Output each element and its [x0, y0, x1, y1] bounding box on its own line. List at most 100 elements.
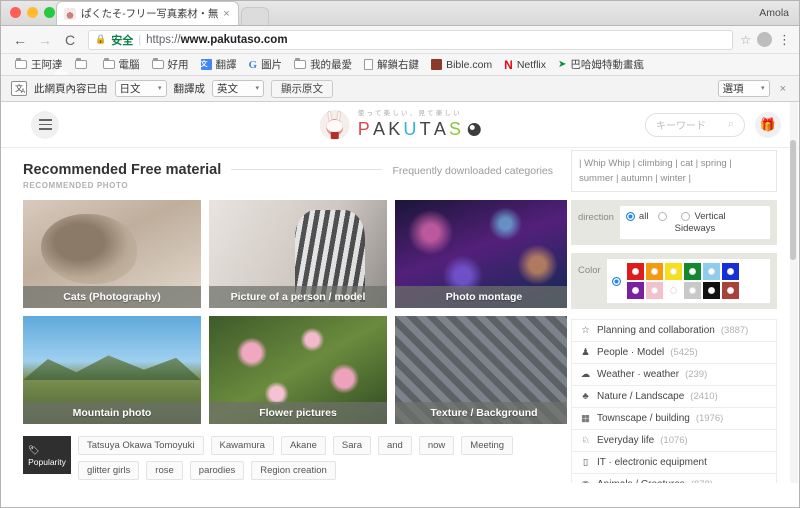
page-scrollbar-track[interactable] [790, 102, 798, 483]
bookmark-item[interactable]: 好用 [146, 57, 195, 72]
color-reset-radio-icon[interactable] [611, 276, 621, 286]
tag-item[interactable]: Akane [280, 436, 326, 455]
forward-icon[interactable]: → [34, 29, 56, 51]
category-card[interactable]: Picture of a person / model [209, 200, 387, 308]
category-list-item[interactable]: ☁ Weather · weather (239) [572, 364, 776, 386]
maximize-window-button[interactable] [44, 7, 55, 18]
options-button[interactable]: 選項 ▾ [717, 80, 770, 97]
magnifier-icon[interactable]: ⌕ [728, 118, 734, 131]
bookmark-item[interactable]: 解鎖右鍵 [358, 57, 425, 72]
search-input[interactable]: キーワード ⌕ [645, 112, 745, 137]
color-swatch[interactable] [664, 282, 682, 299]
tag-item[interactable]: and [377, 436, 412, 455]
color-swatch[interactable] [721, 282, 739, 299]
logo-letter: A [433, 119, 450, 140]
color-swatch[interactable] [702, 282, 720, 299]
color-swatch[interactable] [702, 263, 720, 280]
category-card[interactable]: Flower pictures [209, 316, 387, 424]
color-swatch[interactable] [645, 282, 663, 299]
tag-item[interactable]: now [418, 436, 455, 455]
bookmark-item[interactable]: G 圖片 [243, 57, 289, 72]
category-card[interactable]: Mountain photo [23, 316, 201, 424]
profile-name[interactable]: Amola [759, 7, 789, 19]
back-icon[interactable]: ← [9, 29, 31, 51]
divider [231, 169, 383, 170]
bookmark-star-icon[interactable]: ☆ [740, 33, 751, 47]
browser-tab[interactable]: ぱくたそ-フリー写真素材・無 × [56, 1, 239, 25]
source-language-select[interactable]: 日文 ▾ [114, 80, 167, 97]
tag-item[interactable]: glitter girls [78, 461, 140, 480]
translate-icon: 文 [200, 59, 212, 70]
category-list-item[interactable]: ◉ Animals / Creatures (878) [572, 474, 776, 483]
folder-icon [74, 58, 87, 69]
bookmark-item[interactable]: 我的最愛 [288, 57, 358, 72]
new-tab-button[interactable] [240, 7, 269, 25]
category-card[interactable]: Cats (Photography) [23, 200, 201, 308]
category-label: IT · electronic equipment [597, 457, 707, 468]
category-list-item[interactable]: ☆ Planning and collaboration (3887) [572, 320, 776, 342]
page-scrollbar-thumb[interactable] [790, 140, 796, 260]
target-language-select[interactable]: 英文 ▾ [212, 80, 264, 97]
show-original-button[interactable]: 顯示原文 [271, 79, 333, 98]
site-logo[interactable]: 使って楽しい、見て楽しい PAKUTAS [319, 109, 481, 140]
frequently-downloaded-link[interactable]: Frequently downloaded categories [392, 165, 553, 177]
tag-item[interactable]: Kawamura [210, 436, 274, 455]
category-label: Weather · weather [597, 369, 680, 380]
radio-icon[interactable] [681, 212, 691, 221]
category-list-item[interactable]: ▯ IT · electronic equipment [572, 452, 776, 474]
tag-item[interactable]: Region creation [251, 461, 336, 480]
category-card[interactable]: Texture / Background [395, 316, 567, 424]
direction-option-vertical[interactable]: Vertical [681, 211, 726, 222]
category-list-item[interactable]: ♟ People · Model (5425) [572, 342, 776, 364]
close-icon[interactable]: × [223, 8, 229, 20]
logo-tagline: 使って楽しい、見て楽しい [357, 109, 462, 117]
keyword-cloud[interactable]: | Whip Whip | climbing | cat | spring | … [571, 150, 777, 192]
direction-option-all[interactable]: all [625, 211, 648, 222]
color-swatch[interactable] [721, 263, 739, 280]
window-controls[interactable] [10, 7, 55, 18]
title-bar: ぱくたそ-フリー写真素材・無 × Amola [1, 1, 799, 26]
tag-item[interactable]: Sara [332, 436, 371, 455]
color-swatch[interactable] [683, 263, 701, 280]
tab-strip: ぱくたそ-フリー写真素材・無 × [56, 1, 269, 25]
color-swatch[interactable] [683, 282, 701, 299]
tag-item[interactable]: Tatsuya Okawa Tomoyuki [78, 436, 204, 455]
category-list-item[interactable]: ♘ Everyday life (1076) [572, 430, 776, 452]
tag-item[interactable]: Meeting [461, 436, 514, 455]
category-list-item[interactable]: ▦ Townscape / building (1976) [572, 408, 776, 430]
menu-icon[interactable]: ⋮ [778, 33, 791, 46]
direction-option-sideways[interactable] [658, 212, 671, 221]
gift-button[interactable]: 🎁 [755, 111, 781, 138]
close-window-button[interactable] [10, 7, 21, 18]
category-card[interactable]: Photo montage [395, 200, 567, 308]
bookmark-item[interactable]: Bible.com [425, 59, 498, 71]
bookmark-item[interactable] [69, 58, 97, 69]
building-icon: ▦ [581, 413, 590, 424]
translate-middle-text: 翻譯成 [173, 83, 206, 95]
bookmark-item[interactable]: N Netflix [498, 59, 552, 71]
address-bar[interactable]: 🔒 安全 | https://www.pakutaso.com [88, 29, 734, 50]
chevron-down-icon: ▾ [761, 85, 765, 92]
color-swatch[interactable] [626, 282, 644, 299]
category-count: (1076) [660, 435, 688, 446]
toolbar-actions: ☆ ⋮ [740, 32, 791, 47]
close-icon[interactable]: × [777, 83, 789, 95]
tag-item[interactable]: parodies [189, 461, 245, 480]
minimize-window-button[interactable] [27, 7, 38, 18]
radio-icon[interactable] [625, 212, 635, 221]
bookmark-item[interactable]: 文翻譯 [195, 57, 243, 72]
bookmark-item[interactable]: ➤ 巴哈姆特動畫瘋 [552, 57, 650, 72]
tag-item[interactable]: rose [146, 461, 183, 480]
reload-icon[interactable]: C [59, 29, 81, 51]
target-language-value: 英文 [217, 83, 238, 95]
direction-option-label: Vertical [694, 211, 726, 222]
bookmark-item[interactable]: 電腦 [97, 57, 146, 72]
color-swatch[interactable] [664, 263, 682, 280]
radio-icon[interactable] [658, 212, 668, 221]
category-list-item[interactable]: ♣ Nature / Landscape (2410) [572, 386, 776, 408]
avatar[interactable] [757, 32, 772, 47]
color-swatch[interactable] [626, 263, 644, 280]
hamburger-icon[interactable] [31, 110, 59, 139]
recommended-grid: Cats (Photography) Picture of a person /… [23, 200, 567, 424]
color-swatch[interactable] [645, 263, 663, 280]
